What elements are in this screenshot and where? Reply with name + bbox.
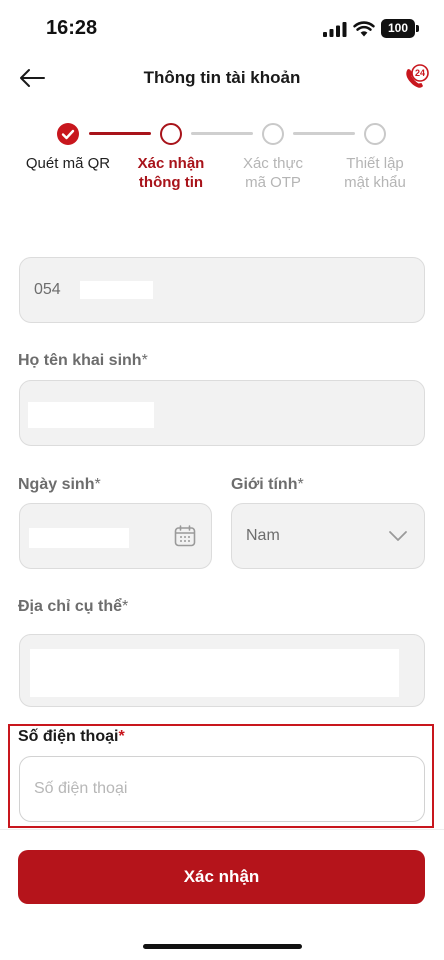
support-24-icon[interactable]: 24 <box>402 64 430 92</box>
status-bar: 16:28 100 <box>0 0 444 56</box>
gender-label: Giới tính* <box>231 476 304 493</box>
phone-label: Số điện thoại* <box>18 728 125 745</box>
redacted-block <box>80 281 153 299</box>
step-4-pending-icon <box>364 123 386 145</box>
battery-level: 100 <box>387 21 409 35</box>
birth-date-field[interactable] <box>19 503 212 569</box>
progress-stepper: Quét mã QR Xác nhận thông tin Xác thực m… <box>0 118 444 208</box>
signal-icon <box>323 22 347 37</box>
bottom-action-bar: Xác nhận <box>0 829 444 960</box>
phone-input[interactable] <box>19 756 425 822</box>
step-4-label: Thiết lập mật khẩu <box>344 155 406 191</box>
support-badge-text: 24 <box>415 68 425 78</box>
page-title: Thông tin tài khoản <box>143 68 301 87</box>
redacted-block <box>29 528 129 548</box>
full-name-field <box>19 380 425 446</box>
birth-date-label: Ngày sinh* <box>18 476 101 493</box>
address-field <box>19 634 425 707</box>
step-2-active-icon <box>160 123 182 145</box>
gender-select[interactable]: Nam <box>231 503 425 569</box>
step-3-label: Xác thực mã OTP <box>242 155 304 191</box>
chevron-down-icon[interactable] <box>388 530 408 542</box>
step-1-label: Quét mã QR <box>25 155 111 172</box>
wifi-icon <box>353 21 375 37</box>
full-name-label: Họ tên khai sinh* <box>18 352 148 369</box>
check-icon <box>61 129 75 140</box>
gender-value: Nam <box>246 527 280 544</box>
step-connector-3 <box>293 132 355 135</box>
step-2-label: Xác nhận thông tin <box>137 155 205 191</box>
id-number-field: 054 <box>19 257 425 323</box>
calendar-icon[interactable] <box>173 524 197 548</box>
id-number-value: 054 <box>34 281 61 298</box>
redacted-block <box>30 649 399 697</box>
app-header: Thông tin tài khoản 24 <box>0 56 444 102</box>
step-connector-1 <box>89 132 151 135</box>
confirm-button[interactable]: Xác nhận <box>18 850 425 904</box>
home-indicator <box>143 944 302 949</box>
step-connector-2 <box>191 132 253 135</box>
redacted-block <box>28 402 154 428</box>
address-label: Địa chỉ cụ thể* <box>18 598 129 615</box>
battery-icon: 100 <box>381 19 419 38</box>
step-3-pending-icon <box>262 123 284 145</box>
status-time: 16:28 <box>46 17 98 39</box>
step-1-complete-icon <box>57 123 79 145</box>
